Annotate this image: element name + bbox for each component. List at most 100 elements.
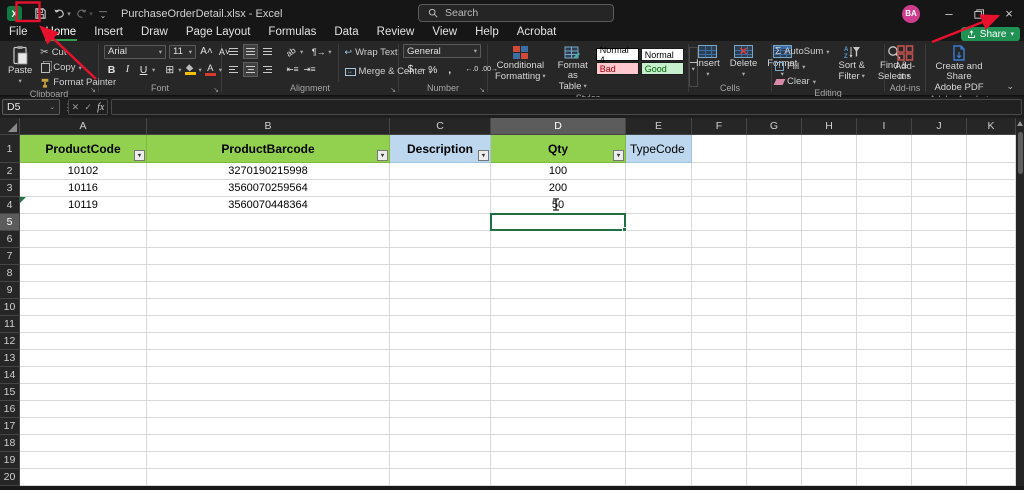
cell-E12[interactable] [626,333,692,350]
cancel-entry-button[interactable]: ✕ [72,102,80,113]
cell-K20[interactable] [967,469,1016,486]
tab-view[interactable]: View [423,26,466,41]
cell-C5[interactable] [390,214,491,231]
cell-J3[interactable] [912,180,967,197]
italic-button[interactable]: I [120,62,135,77]
column-header-F[interactable]: F [692,118,747,135]
cell-E19[interactable] [626,452,692,469]
row-header-17[interactable]: 17 [0,418,20,435]
cell-E7[interactable] [626,248,692,265]
cell-C12[interactable] [390,333,491,350]
header-cell-D1[interactable]: Qty▾ [491,135,626,163]
cell-K10[interactable] [967,299,1016,316]
cell-I20[interactable] [857,469,912,486]
cell-A15[interactable] [20,384,147,401]
cell-D7[interactable] [491,248,626,265]
cell-F9[interactable] [692,282,747,299]
cell-A13[interactable] [20,350,147,367]
cell-F11[interactable] [692,316,747,333]
cell-J6[interactable] [912,231,967,248]
cell-K11[interactable] [967,316,1016,333]
cell-E3[interactable] [626,180,692,197]
fill-color-caret[interactable]: ▾ [199,66,202,74]
cell-I9[interactable] [857,282,912,299]
filter-button-B[interactable]: ▾ [377,150,388,161]
font-color-button[interactable]: A [203,62,218,77]
create-share-pdf-button[interactable]: Create and Share Adobe PDF [926,44,992,94]
cell-G14[interactable] [747,367,802,384]
cell-I2[interactable] [857,163,912,180]
format-as-table-button[interactable]: Format as Table▾ [554,44,592,93]
cell-E2[interactable] [626,163,692,180]
row-header-2[interactable]: 2 [0,163,20,180]
insert-function-button[interactable]: fx [97,102,104,113]
cell-F16[interactable] [692,401,747,418]
cell-A4[interactable]: 10119 [20,197,147,214]
cell-G17[interactable] [747,418,802,435]
font-name-combo[interactable]: Arial ▾ [104,45,166,59]
cell-E9[interactable] [626,282,692,299]
cell-C6[interactable] [390,231,491,248]
row-header-12[interactable]: 12 [0,333,20,350]
cell-G1[interactable] [747,135,802,163]
cell-C10[interactable] [390,299,491,316]
cell-A19[interactable] [20,452,147,469]
active-cell-D5[interactable] [490,213,626,231]
clear-caret[interactable]: ▾ [813,78,816,86]
cell-J2[interactable] [912,163,967,180]
cell-A18[interactable] [20,435,147,452]
cell-K15[interactable] [967,384,1016,401]
cell-G11[interactable] [747,316,802,333]
cell-J12[interactable] [912,333,967,350]
cell-D13[interactable] [491,350,626,367]
addins-button[interactable]: Add-ins [885,44,925,83]
cell-D4[interactable]: 50 [491,197,626,214]
account-avatar[interactable]: BA [902,5,920,23]
cell-A10[interactable] [20,299,147,316]
cell-A3[interactable]: 10116 [20,180,147,197]
cell-H6[interactable] [802,231,857,248]
cell-G12[interactable] [747,333,802,350]
cell-C17[interactable] [390,418,491,435]
cell-B5[interactable] [147,214,390,231]
font-size-combo[interactable]: 11 ▾ [169,45,196,59]
cell-I17[interactable] [857,418,912,435]
cell-D16[interactable] [491,401,626,418]
cell-C18[interactable] [390,435,491,452]
cell-J17[interactable] [912,418,967,435]
insert-cells-button[interactable]: Insert ▾ [692,44,724,81]
row-header-13[interactable]: 13 [0,350,20,367]
close-button[interactable]: × [994,2,1024,26]
cell-H8[interactable] [802,265,857,282]
redo-caret[interactable]: ▾ [89,10,93,18]
cell-F20[interactable] [692,469,747,486]
undo-button[interactable]: ▾ [52,4,72,24]
bottom-align-button[interactable] [260,44,275,59]
cell-I6[interactable] [857,231,912,248]
cell-H2[interactable] [802,163,857,180]
cell-C13[interactable] [390,350,491,367]
cell-D20[interactable] [491,469,626,486]
tab-file[interactable]: File [0,26,37,41]
scrollbar-thumb[interactable] [1018,132,1023,174]
cell-A17[interactable] [20,418,147,435]
cell-I14[interactable] [857,367,912,384]
cell-F18[interactable] [692,435,747,452]
cell-F19[interactable] [692,452,747,469]
bold-button[interactable]: B [104,62,119,77]
cell-I19[interactable] [857,452,912,469]
cell-D8[interactable] [491,265,626,282]
cell-I18[interactable] [857,435,912,452]
comma-button[interactable]: , [442,62,457,77]
middle-align-button[interactable] [243,44,258,59]
cell-J1[interactable] [912,135,967,163]
row-header-16[interactable]: 16 [0,401,20,418]
tab-review[interactable]: Review [368,26,424,41]
cell-C8[interactable] [390,265,491,282]
currency-caret[interactable]: ▾ [420,66,423,74]
tab-data[interactable]: Data [325,26,367,41]
cell-D18[interactable] [491,435,626,452]
cell-F3[interactable] [692,180,747,197]
cell-I7[interactable] [857,248,912,265]
cell-G6[interactable] [747,231,802,248]
